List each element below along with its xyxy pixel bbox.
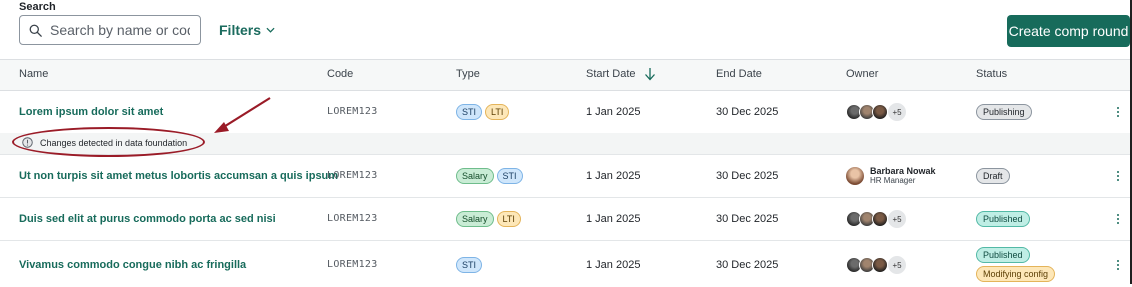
start-date: 1 Jan 2025 bbox=[586, 170, 641, 182]
row-actions-menu-icon[interactable] bbox=[1115, 259, 1121, 271]
type-tag-sti: STI bbox=[456, 257, 483, 273]
filters-button[interactable]: Filters bbox=[219, 22, 275, 38]
table-row[interactable]: Duis sed elit at purus commodo porta ac … bbox=[0, 198, 1130, 241]
type-tag-salary: Salary bbox=[456, 211, 494, 227]
more-owners-count[interactable]: +5 bbox=[887, 209, 907, 229]
status-badge: Modifying config bbox=[976, 266, 1056, 282]
status-cell: Draft bbox=[976, 168, 1010, 184]
end-date: 30 Dec 2025 bbox=[716, 259, 779, 271]
notice-text: Changes detected in data foundation bbox=[40, 137, 188, 148]
status-cell: Published Modifying config bbox=[976, 247, 1056, 282]
end-date: 30 Dec 2025 bbox=[716, 213, 779, 225]
row-actions-menu-icon[interactable] bbox=[1115, 170, 1121, 182]
table-header: Name Code Type Start Date End Date Owner… bbox=[0, 59, 1130, 91]
owner-name: Barbara Nowak bbox=[870, 166, 936, 176]
type-tag-salary: Salary bbox=[456, 168, 494, 184]
column-header-start-date[interactable]: Start Date bbox=[586, 68, 636, 80]
type-tags: Salary STI bbox=[456, 168, 526, 184]
chevron-down-icon bbox=[266, 27, 275, 33]
round-code: LOREM123 bbox=[327, 213, 378, 224]
create-comp-round-button[interactable]: Create comp round bbox=[1007, 15, 1130, 47]
comp-rounds-table: Name Code Type Start Date End Date Owner… bbox=[0, 59, 1130, 287]
column-header-code[interactable]: Code bbox=[327, 68, 353, 80]
filters-label: Filters bbox=[219, 22, 262, 38]
info-icon bbox=[22, 137, 33, 148]
avatar bbox=[872, 257, 888, 273]
owner-avatars[interactable]: +5 bbox=[846, 102, 907, 122]
round-name-link[interactable]: Duis sed elit at purus commodo porta ac … bbox=[19, 213, 276, 225]
search-label: Search bbox=[19, 1, 56, 13]
status-cell: Publishing bbox=[976, 104, 1032, 120]
status-badge: Draft bbox=[976, 168, 1010, 184]
owner-role: HR Manager bbox=[870, 176, 916, 185]
type-tag-sti: STI bbox=[496, 168, 523, 184]
status-badge: Publishing bbox=[976, 104, 1032, 120]
start-date: 1 Jan 2025 bbox=[586, 259, 641, 271]
column-header-end-date[interactable]: End Date bbox=[716, 68, 762, 80]
round-code: LOREM123 bbox=[327, 106, 378, 117]
end-date: 30 Dec 2025 bbox=[716, 106, 779, 118]
owner-person[interactable]: Barbara Nowak HR Manager bbox=[846, 166, 936, 185]
search-field[interactable] bbox=[19, 15, 201, 45]
owner-avatars[interactable]: +5 bbox=[846, 255, 907, 275]
type-tag-lti: LTI bbox=[496, 211, 521, 227]
avatar bbox=[872, 211, 888, 227]
table-row[interactable]: Vivamus commodo congue nibh ac fringilla… bbox=[0, 241, 1130, 287]
type-tags: STI LTI bbox=[456, 104, 512, 120]
data-foundation-notice-row: Changes detected in data foundation bbox=[0, 133, 1130, 155]
round-name-link[interactable]: Lorem ipsum dolor sit amet bbox=[19, 106, 163, 118]
round-name-link[interactable]: Ut non turpis sit amet metus lobortis ac… bbox=[19, 170, 338, 182]
toolbar: Search Filters Create comp round bbox=[0, 0, 1130, 60]
avatar bbox=[846, 166, 864, 185]
data-foundation-notice: Changes detected in data foundation bbox=[22, 137, 187, 148]
type-tag-lti: LTI bbox=[485, 104, 510, 120]
round-code: LOREM123 bbox=[327, 170, 378, 181]
round-code: LOREM123 bbox=[327, 259, 378, 270]
status-badge: Published bbox=[976, 247, 1030, 263]
row-actions-menu-icon[interactable] bbox=[1115, 106, 1121, 118]
column-header-status[interactable]: Status bbox=[976, 68, 1007, 80]
table-row[interactable]: Ut non turpis sit amet metus lobortis ac… bbox=[0, 155, 1130, 198]
type-tags: Salary LTI bbox=[456, 211, 524, 227]
search-input[interactable] bbox=[48, 21, 192, 39]
owner-avatars[interactable]: +5 bbox=[846, 209, 907, 229]
round-name-link[interactable]: Vivamus commodo congue nibh ac fringilla bbox=[19, 259, 246, 271]
avatar bbox=[872, 104, 888, 120]
row-actions-menu-icon[interactable] bbox=[1115, 213, 1121, 225]
sort-descending-icon[interactable] bbox=[644, 67, 656, 81]
column-header-name[interactable]: Name bbox=[19, 68, 48, 80]
table-row[interactable]: Lorem ipsum dolor sit amet LOREM123 STI L… bbox=[0, 91, 1130, 133]
column-header-type[interactable]: Type bbox=[456, 68, 480, 80]
more-owners-count[interactable]: +5 bbox=[887, 102, 907, 122]
column-header-owner[interactable]: Owner bbox=[846, 68, 878, 80]
type-tags: STI bbox=[456, 257, 485, 273]
status-cell: Published bbox=[976, 211, 1030, 227]
type-tag-sti: STI bbox=[456, 104, 483, 120]
start-date: 1 Jan 2025 bbox=[586, 106, 641, 118]
more-owners-count[interactable]: +5 bbox=[887, 255, 907, 275]
start-date: 1 Jan 2025 bbox=[586, 213, 641, 225]
end-date: 30 Dec 2025 bbox=[716, 170, 779, 182]
search-icon bbox=[29, 24, 42, 37]
status-badge: Published bbox=[976, 211, 1030, 227]
